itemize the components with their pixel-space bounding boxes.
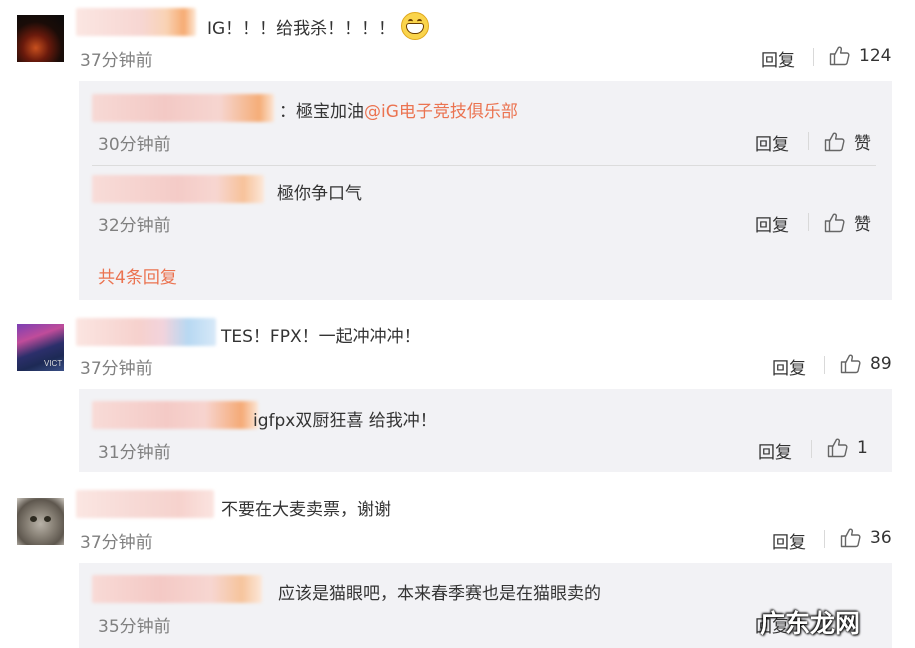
- like-label: 赞: [854, 215, 871, 235]
- like-button[interactable]: 赞: [824, 129, 871, 154]
- like-label: 赞: [854, 134, 871, 154]
- comment-text: 不要在大麦卖票，谢谢: [221, 500, 391, 520]
- divider: [813, 48, 814, 66]
- like-count: 124: [859, 45, 892, 66]
- comment-text: TES！FPX！一起冲冲冲！: [221, 327, 421, 347]
- divider: [824, 530, 825, 548]
- thumbs-up-icon: [829, 46, 850, 66]
- thumbs-up-icon: [827, 438, 848, 458]
- reply-time: 31分钟前: [98, 443, 171, 463]
- reply-text: 極你争口气: [277, 184, 362, 204]
- like-button[interactable]: 124: [829, 45, 891, 66]
- blurred-username[interactable]: [76, 318, 216, 346]
- like-count: 89: [870, 353, 892, 374]
- comment-time: 37分钟前: [80, 359, 153, 379]
- avatar[interactable]: [17, 498, 64, 545]
- blurred-username[interactable]: [76, 8, 196, 36]
- reply-button[interactable]: 回复: [761, 46, 795, 71]
- watermark: 广东龙网: [760, 604, 860, 640]
- thumbs-up-icon: [824, 132, 845, 152]
- thumbs-up-icon: [824, 213, 845, 233]
- reply-divider: [92, 165, 876, 166]
- blurred-username[interactable]: [92, 175, 264, 203]
- reply-time: 30分钟前: [98, 135, 171, 155]
- reply-button[interactable]: 回复: [772, 528, 806, 553]
- reply-text: 应该是猫眼吧，本来春季赛也是在猫眼卖的: [278, 584, 601, 604]
- reply-text: ：極宝加油@iG电子竞技俱乐部: [279, 102, 518, 122]
- like-button[interactable]: 36: [840, 527, 892, 548]
- blurred-username[interactable]: [92, 94, 274, 122]
- cat-eye-left: [30, 516, 37, 522]
- like-count: 36: [870, 527, 892, 548]
- reply-button[interactable]: 回复: [755, 130, 789, 155]
- reply-button[interactable]: 回复: [772, 354, 806, 379]
- reply-time: 35分钟前: [98, 617, 171, 637]
- divider: [808, 213, 809, 231]
- comment-time: 37分钟前: [80, 533, 153, 553]
- avatar[interactable]: VICT: [17, 324, 64, 371]
- like-button[interactable]: 1: [827, 437, 868, 458]
- blurred-username[interactable]: [92, 401, 258, 429]
- like-button[interactable]: 赞: [824, 210, 871, 235]
- thumbs-up-icon: [840, 354, 861, 374]
- reply-button[interactable]: 回复: [755, 211, 789, 236]
- cat-eye-right: [44, 516, 51, 522]
- reply-text: igfpx双厨狂喜 给我冲！: [253, 411, 437, 431]
- like-count: 1: [857, 437, 868, 458]
- blurred-username[interactable]: [76, 490, 214, 518]
- divider: [808, 132, 809, 150]
- reply-time: 32分钟前: [98, 216, 171, 236]
- divider: [824, 356, 825, 374]
- mention-link[interactable]: @iG电子竞技俱乐部: [364, 102, 518, 122]
- like-button[interactable]: 89: [840, 353, 892, 374]
- divider: [811, 440, 812, 458]
- sub-reply-box: igfpx双厨狂喜 给我冲！ 31分钟前 回复 1: [79, 389, 892, 472]
- avatar[interactable]: [17, 15, 64, 62]
- watermark-text: 广东龙网: [760, 609, 861, 638]
- sub-reply-box: ：極宝加油@iG电子竞技俱乐部 30分钟前 回复 赞 極你争口气 32分钟前 回…: [79, 81, 892, 300]
- avatar-overlay-text: VICT: [44, 359, 63, 368]
- more-replies-link[interactable]: 共4条回复: [98, 263, 177, 288]
- grinning-face-emoji-icon: [401, 12, 430, 40]
- comment-text: IG！！！给我杀！！！！: [207, 12, 430, 40]
- comment-time: 37分钟前: [80, 51, 153, 71]
- reply-button[interactable]: 回复: [758, 438, 792, 463]
- blurred-username[interactable]: [92, 575, 262, 603]
- thumbs-up-icon: [840, 528, 861, 548]
